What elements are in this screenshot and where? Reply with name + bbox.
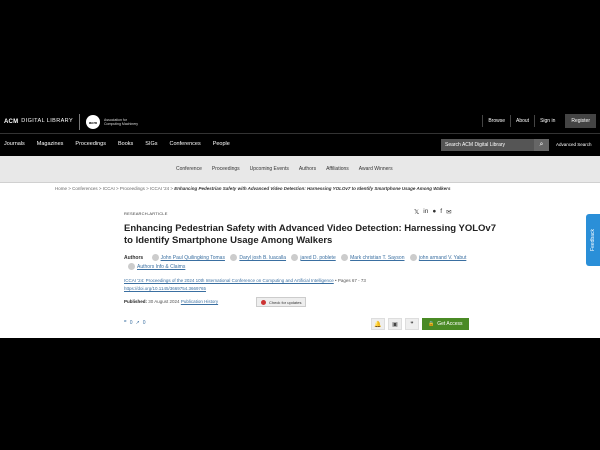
top-bar: ACM DIGITAL LIBRARY acm Association for … [0,106,600,134]
digital-library-text: DIGITAL LIBRARY [21,118,74,125]
pages-text: • Pages 67 - 73 [333,278,366,283]
register-button[interactable]: Register [565,114,596,128]
nav-conferences[interactable]: Conferences [170,141,201,147]
nav-sigs[interactable]: SIGs [145,141,157,147]
citation-icon: ❞ [124,320,127,326]
feedback-tab[interactable]: Feedback [586,214,600,266]
author-link[interactable]: Mark christian T. Sayson [350,255,404,261]
feedback-label: Feedback [590,229,596,251]
downloads-count[interactable]: 0 [143,320,146,326]
get-access-button[interactable]: 🔒 Get Access [422,318,469,330]
article-title: Enhancing Pedestrian Safety with Advance… [124,223,497,246]
nav-magazines[interactable]: Magazines [37,141,64,147]
facebook-icon[interactable]: f [440,208,442,216]
nav-people[interactable]: People [213,141,230,147]
authors-list: Authors John Paul Quilingking Tomas Dary… [124,254,480,272]
article-type: RESEARCH-ARTICLE [124,211,168,216]
proceedings-info: ICCAI '24: Proceedings of the 2024 10th … [124,277,444,293]
search-icon[interactable]: ⌕ [534,139,549,151]
acm-page: ACM DIGITAL LIBRARY acm Association for … [0,106,600,338]
folder-icon[interactable]: ▣ [388,318,402,330]
lock-icon: 🔒 [428,321,435,327]
acm-badge-icon: acm [86,115,101,129]
nav-books[interactable]: Books [118,141,133,147]
subnav-affiliations[interactable]: Affiliations [326,166,349,172]
proceedings-link[interactable]: ICCAI '24: Proceedings of the 2024 10th … [124,278,334,283]
email-icon[interactable]: ✉ [446,208,451,216]
breadcrumb-path[interactable]: Home > Conferences > ICCAI > Proceedings… [55,186,174,191]
advanced-search-link[interactable]: Advanced Search [556,142,592,147]
published-label: Published: [124,299,148,304]
subnav-authors[interactable]: Authors [299,166,316,172]
avatar-icon [151,254,159,262]
crossmark-icon [261,299,266,305]
search-input[interactable]: Search ACM Digital Library [441,142,534,148]
subnav-award-winners[interactable]: Award Winners [359,166,393,172]
sign-in-link[interactable]: Sign in [534,115,560,127]
x-icon[interactable]: 𝕏 [414,208,419,216]
association-text: Association for Computing Machinery [104,118,139,126]
quote-icon[interactable]: ❞ [405,318,419,330]
reddit-icon[interactable]: ● [432,208,436,216]
author-link[interactable]: John Paul Quilingking Tomas [161,255,225,261]
avatar-icon [128,263,135,271]
check-for-updates-button[interactable]: Check for updates [256,297,307,307]
about-link[interactable]: About [510,115,534,127]
main-nav: Journals Magazines Proceedings Books SIG… [0,134,600,156]
doi-link[interactable]: https://doi.org/10.1145/3669754.3669765 [124,286,206,291]
sub-nav: Conference Proceedings Upcoming Events A… [0,156,600,183]
subnav-proceedings[interactable]: Proceedings [212,166,240,172]
search-box[interactable]: Search ACM Digital Library ⌕ [441,139,549,151]
published-info: Published: 30 August 2024 Publication Hi… [124,299,218,304]
author-link[interactable]: john armand V. Yabut [419,255,466,261]
get-access-label: Get Access [437,321,463,327]
publication-history-link[interactable]: Publication History [181,299,218,304]
linkedin-icon[interactable]: in [423,208,428,216]
metrics: ❞ 0 ↗ 0 [124,320,148,326]
nav-proceedings[interactable]: Proceedings [75,141,106,147]
avatar-icon [341,254,349,262]
share-icons: 𝕏 in ● f ✉ [414,208,456,216]
bell-icon[interactable]: 🔔 [371,318,385,330]
subnav-upcoming-events[interactable]: Upcoming Events [250,166,289,172]
author-link[interactable]: Daryl josh B. luacalla [239,255,286,261]
nav-journals[interactable]: Journals [4,141,25,147]
acm-logo[interactable]: ACM DIGITAL LIBRARY acm Association for … [4,114,144,130]
acm-text: ACM [4,119,19,125]
top-links: Browse About Sign in Register [482,114,596,128]
avatar-icon [291,254,299,262]
avatar-icon [409,254,417,262]
authors-info-link[interactable]: Authors Info & Claims [137,264,185,270]
authors-label: Authors [124,255,144,261]
breadcrumb-current: Enhancing Pedestrian Safety with Advance… [174,186,451,191]
citation-count[interactable]: 0 [130,320,133,326]
breadcrumb: Home > Conferences > ICCAI > Proceedings… [55,186,450,191]
browse-link[interactable]: Browse [482,115,510,127]
logo-divider [79,114,81,130]
avatar-icon [230,254,238,262]
published-date: 30 August 2024 [148,299,180,304]
action-buttons: 🔔 ▣ ❞ 🔒 Get Access [371,318,469,330]
downloads-icon: ↗ [135,320,140,326]
check-updates-label: Check for updates [269,299,302,305]
author-link[interactable]: jared D. poblete [300,255,335,261]
subnav-conference[interactable]: Conference [176,166,202,172]
